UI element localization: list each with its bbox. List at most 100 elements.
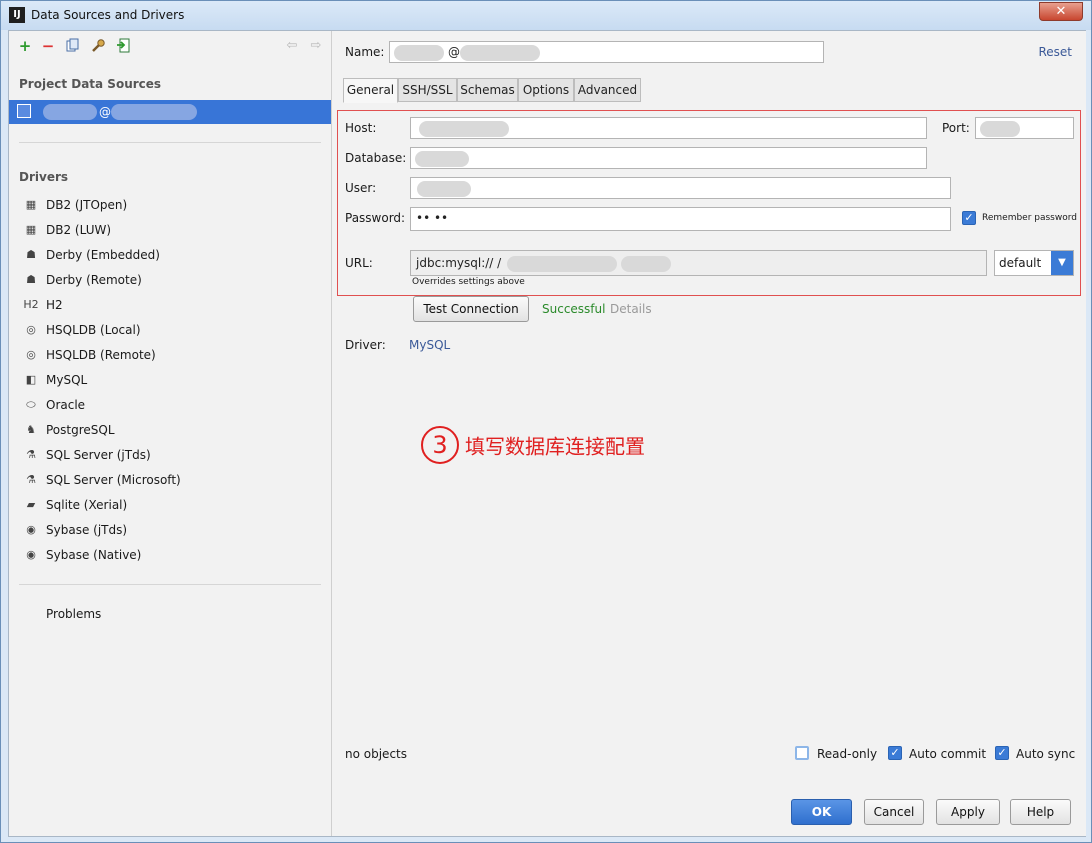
redacted-mask: [417, 181, 471, 197]
derby-icon: ☗: [26, 248, 36, 261]
test-status: Successful: [542, 302, 606, 316]
annotation: 3 填写数据库连接配置: [421, 426, 645, 464]
driver-item-label: SQL Server (jTds): [46, 448, 151, 462]
auto-commit-label: Auto commit: [909, 747, 987, 761]
cancel-button[interactable]: Cancel: [864, 799, 924, 825]
left-pane: + − ⇦ ⇨ Project Data Sources @ Drivers ▦…: [9, 31, 332, 836]
derby-icon: ☗: [26, 273, 36, 286]
url-input[interactable]: jdbc:mysql:// /: [410, 250, 987, 276]
ok-button[interactable]: OK: [791, 799, 852, 825]
driver-item-label: Derby (Embedded): [46, 248, 160, 262]
database-label: Database:: [345, 151, 407, 165]
tab-schemas[interactable]: Schemas: [457, 78, 518, 102]
driver-item[interactable]: ◎ HSQLDB (Remote): [23, 345, 323, 365]
tab-general[interactable]: General: [343, 78, 398, 103]
chevron-down-icon[interactable]: ▼: [1051, 251, 1073, 275]
host-input[interactable]: [410, 117, 927, 139]
oracle-icon: ⬭: [26, 398, 36, 411]
driver-item-label: HSQLDB (Local): [46, 323, 141, 337]
drivers-title: Drivers: [19, 170, 69, 184]
driver-item[interactable]: ◎ HSQLDB (Local): [23, 320, 323, 340]
driver-label: Driver:: [345, 338, 386, 352]
driver-item[interactable]: ◧ MySQL: [23, 370, 323, 390]
tab-advanced[interactable]: Advanced: [574, 78, 641, 102]
remember-password-checkbox[interactable]: ✓: [962, 211, 976, 225]
driver-item[interactable]: ⬭ Oracle: [23, 395, 323, 415]
annotation-number: 3: [421, 426, 459, 464]
name-label: Name:: [345, 45, 385, 59]
redacted-mask: [419, 121, 509, 137]
selected-data-source-row[interactable]: @: [9, 100, 331, 124]
reset-link[interactable]: Reset: [1038, 45, 1072, 59]
user-input[interactable]: [410, 177, 951, 199]
driver-item-label: MySQL: [46, 373, 88, 387]
password-label: Password:: [345, 211, 406, 225]
remember-password-label: Remember password: [982, 213, 1077, 223]
driver-item-label: DB2 (LUW): [46, 223, 112, 237]
annotation-text: 填写数据库连接配置: [465, 434, 645, 459]
tab-ssh-ssl[interactable]: SSH/SSL: [398, 78, 457, 102]
password-value: •• ••: [416, 211, 449, 225]
url-label: URL:: [345, 256, 373, 270]
mysql-icon: [17, 104, 31, 118]
driver-item-label: Sybase (Native): [46, 548, 142, 562]
copy-icon[interactable]: [65, 38, 81, 54]
import-icon[interactable]: [115, 38, 131, 54]
selected-data-source-label: @: [99, 105, 111, 119]
port-label: Port:: [942, 121, 970, 135]
auto-sync-label: Auto sync: [1016, 747, 1076, 761]
apply-button[interactable]: Apply: [936, 799, 1000, 825]
driver-item[interactable]: ◉ Sybase (Native): [23, 545, 323, 565]
test-connection-button[interactable]: Test Connection: [413, 296, 529, 322]
help-button[interactable]: Help: [1010, 799, 1071, 825]
password-input[interactable]: •• ••: [410, 207, 951, 231]
driver-item-label: DB2 (JTOpen): [46, 198, 128, 212]
tab-options[interactable]: Options: [518, 78, 574, 102]
auto-sync-checkbox[interactable]: ✓: [995, 746, 1009, 760]
redacted-mask: [394, 45, 444, 61]
port-input[interactable]: [975, 117, 1074, 139]
user-label: User:: [345, 181, 377, 195]
name-input[interactable]: @: [389, 41, 824, 63]
driver-item[interactable]: H2 H2: [23, 295, 323, 315]
hsqldb-icon: ◎: [26, 348, 36, 361]
divider: [19, 584, 321, 585]
title-bar[interactable]: IJ Data Sources and Drivers ✕: [1, 1, 1091, 30]
driver-item-label: Derby (Remote): [46, 273, 142, 287]
details-link[interactable]: Details: [610, 302, 652, 316]
redacted-mask: [621, 256, 671, 272]
driver-item[interactable]: ⚗ SQL Server (Microsoft): [23, 470, 323, 490]
driver-item[interactable]: ⚗ SQL Server (jTds): [23, 445, 323, 465]
driver-item[interactable]: ♞ PostgreSQL: [23, 420, 323, 440]
url-mode-select[interactable]: default ▼: [994, 250, 1074, 276]
close-button[interactable]: ✕: [1039, 2, 1083, 21]
db2-icon: ▦: [25, 198, 37, 211]
remove-icon[interactable]: −: [40, 38, 56, 54]
driver-item[interactable]: ☗ Derby (Remote): [23, 270, 323, 290]
project-data-sources-title: Project Data Sources: [19, 77, 162, 91]
dialog-window: IJ Data Sources and Drivers ✕ + − ⇦ ⇨ Pr…: [0, 0, 1092, 843]
back-arrow-icon[interactable]: ⇦: [284, 38, 300, 54]
driver-item-label: PostgreSQL: [46, 423, 115, 437]
driver-item[interactable]: ▦ DB2 (JTOpen): [23, 195, 323, 215]
read-only-label: Read-only: [817, 747, 878, 761]
driver-item[interactable]: ☗ Derby (Embedded): [23, 245, 323, 265]
forward-arrow-icon[interactable]: ⇨: [308, 38, 324, 54]
problems-item[interactable]: Problems: [46, 607, 101, 621]
read-only-checkbox[interactable]: [795, 746, 809, 760]
driver-link[interactable]: MySQL: [409, 338, 450, 352]
driver-item-label: Sybase (jTds): [46, 523, 128, 537]
driver-item-label: H2: [46, 298, 63, 312]
h2-icon: H2: [23, 298, 39, 311]
driver-item[interactable]: ▰ Sqlite (Xerial): [23, 495, 323, 515]
redacted-mask: [43, 104, 97, 120]
add-icon[interactable]: +: [17, 38, 33, 54]
driver-item-label: SQL Server (Microsoft): [46, 473, 181, 487]
auto-commit-checkbox[interactable]: ✓: [888, 746, 902, 760]
settings-wrench-icon[interactable]: [90, 38, 106, 54]
hsqldb-icon: ◎: [26, 323, 36, 336]
driver-item[interactable]: ▦ DB2 (LUW): [23, 220, 323, 240]
database-input[interactable]: [410, 147, 927, 169]
sybase-icon: ◉: [26, 548, 36, 561]
driver-item[interactable]: ◉ Sybase (jTds): [23, 520, 323, 540]
